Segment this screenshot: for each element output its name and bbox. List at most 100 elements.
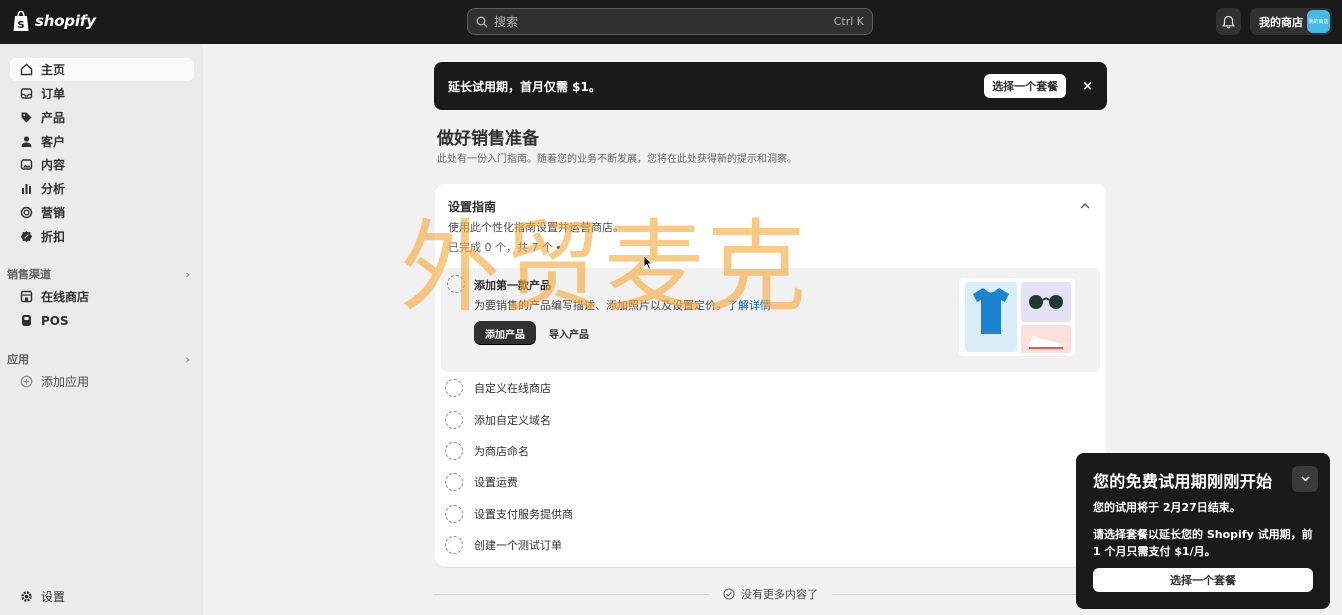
task-status-icon[interactable]: [445, 536, 463, 554]
image-icon: [19, 158, 33, 172]
close-icon[interactable]: ×: [1082, 79, 1093, 94]
page-subtitle: 此处有一份入门指南。随着您的业务不断发展，您将在此处获得新的提示和洞察。: [437, 154, 797, 165]
task-title: 添加第一款产品: [474, 279, 551, 292]
trial-end-date: 2月27日: [1162, 501, 1208, 514]
task-description: 为要销售的产品编写描述、添加照片以及设置定价。了解详情: [474, 297, 771, 313]
trial-end-prefix: 您的试用将于: [1093, 501, 1163, 514]
product-illustration-art: [965, 282, 1071, 353]
trial-end-text: 您的试用将于 2月27日结束。: [1093, 499, 1241, 515]
trial-banner: 延长试用期，首月仅需 $1。 选择一个套餐 ×: [434, 62, 1107, 110]
sidebar-item-label: 添加应用: [41, 375, 90, 389]
task-status-icon[interactable]: [445, 442, 463, 460]
sidebar-item-label: 分析: [41, 182, 66, 196]
sales-channels-heading[interactable]: 销售渠道 ›: [7, 266, 190, 282]
store-name: 我的商店: [1259, 15, 1303, 29]
sidebar-item-orders[interactable]: 订单: [10, 82, 194, 105]
guide-title: 设置指南: [448, 200, 497, 214]
apps-label: 应用: [7, 353, 29, 366]
sidebar-item-customers[interactable]: 客户: [10, 130, 194, 153]
task-status-icon[interactable]: [445, 379, 463, 397]
inbox-icon: [19, 87, 33, 101]
task-label: 设置运费: [474, 476, 518, 489]
page-title: 做好销售准备: [437, 129, 539, 149]
notifications-button[interactable]: [1216, 8, 1241, 35]
end-of-content: 没有更多内容了: [434, 586, 1107, 602]
target-icon: [19, 206, 33, 220]
trial-end-suffix: 结束。: [1207, 501, 1241, 514]
sidebar-item-label: 客户: [41, 135, 66, 149]
product-illustration: [959, 278, 1075, 356]
task-status-icon[interactable]: [447, 275, 465, 293]
task-add-domain[interactable]: 添加自定义域名: [445, 410, 551, 430]
task-label: 创建一个测试订单: [474, 539, 562, 552]
import-products-button[interactable]: 导入产品: [549, 321, 589, 345]
mouse-cursor-icon: [643, 255, 653, 270]
task-label: 为商店命名: [474, 445, 529, 458]
sidebar-item-products[interactable]: 产品: [10, 106, 194, 129]
sidebar-item-label: 设置: [41, 590, 66, 604]
pos-icon: [19, 314, 33, 328]
task-label: 设置支付服务提供商: [474, 508, 573, 521]
bar-chart-icon: [19, 182, 33, 196]
shopify-logo[interactable]: S shopify: [12, 10, 96, 32]
guide-progress: 已完成 0 个，共 7 个: [448, 239, 560, 255]
task-shipping[interactable]: 设置运费: [445, 472, 518, 492]
sidebar-item-add-app[interactable]: 添加应用: [10, 370, 194, 393]
popover-collapse-button[interactable]: [1292, 466, 1318, 492]
search-placeholder: 搜索: [494, 15, 519, 29]
chevron-right-icon: ›: [185, 267, 190, 281]
store-icon: [19, 290, 33, 304]
sidebar-item-discounts[interactable]: 折扣: [10, 225, 194, 248]
sidebar-item-content[interactable]: 内容: [10, 153, 194, 176]
store-menu-button[interactable]: 我的商店 我的商店: [1250, 8, 1332, 35]
sidebar-item-pos[interactable]: POS: [10, 309, 194, 332]
divider: [434, 593, 709, 595]
sidebar-item-settings[interactable]: 设置: [10, 585, 194, 608]
sidebar-item-label: 在线商店: [41, 290, 90, 304]
sidebar-item-home[interactable]: 主页: [10, 58, 194, 81]
sidebar-item-label: POS: [41, 313, 69, 328]
task-status-icon[interactable]: [445, 411, 463, 429]
trial-popover: 您的免费试用期刚刚开始 您的试用将于 2月27日结束。 请选择套餐以延长您的 S…: [1076, 453, 1330, 609]
sidebar-item-online-store[interactable]: 在线商店: [10, 285, 194, 308]
learn-more-link[interactable]: 了解详情: [727, 299, 771, 312]
end-message-text: 没有更多内容了: [741, 588, 818, 601]
task-name-store[interactable]: 为商店命名: [445, 441, 529, 461]
search-shortcut: Ctrl K: [833, 15, 864, 28]
sidebar-item-label: 产品: [41, 111, 66, 125]
task-payments[interactable]: 设置支付服务提供商: [445, 504, 573, 524]
popover-title: 您的免费试用期刚刚开始: [1093, 472, 1273, 491]
end-message: 没有更多内容了: [709, 586, 832, 602]
sidebar-item-analytics[interactable]: 分析: [10, 177, 194, 200]
task-status-icon[interactable]: [445, 473, 463, 491]
plus-circle-icon: [19, 375, 33, 389]
top-bar: S shopify 搜索 Ctrl K 我的商店 我的商店: [0, 0, 1342, 44]
avatar: 我的商店: [1307, 10, 1330, 33]
add-product-button[interactable]: 添加产品: [474, 321, 536, 345]
task-label: 自定义在线商店: [474, 382, 551, 395]
setup-guide-card: 设置指南 使用此个性化指南设置并运营商店。 已完成 0 个，共 7 个 添加第一…: [435, 184, 1106, 567]
sidebar-item-label: 折扣: [41, 230, 66, 244]
select-plan-button[interactable]: 选择一个套餐: [984, 74, 1067, 98]
gear-icon: [19, 590, 33, 604]
apps-heading[interactable]: 应用 ›: [7, 351, 190, 367]
search-input[interactable]: 搜索 Ctrl K: [467, 8, 873, 35]
task-status-icon[interactable]: [445, 505, 463, 523]
bell-icon: [1222, 15, 1235, 28]
sidebar-item-marketing[interactable]: 营销: [10, 201, 194, 224]
divider: [832, 593, 1107, 595]
sales-channels-label: 销售渠道: [7, 268, 51, 281]
task-description-text: 为要销售的产品编写描述、添加照片以及设置定价。: [474, 299, 727, 312]
task-test-order[interactable]: 创建一个测试订单: [445, 535, 562, 555]
task-customize-store[interactable]: 自定义在线商店: [445, 378, 551, 398]
sidebar-item-label: 主页: [41, 63, 66, 77]
chevron-right-icon: ›: [185, 352, 190, 366]
shopify-bag-icon: S: [13, 10, 29, 31]
popover-select-plan-button[interactable]: 选择一个套餐: [1093, 568, 1313, 592]
person-icon: [19, 135, 33, 149]
check-circle-icon: [723, 588, 735, 600]
home-icon: [19, 63, 33, 77]
task-add-first-product[interactable]: 添加第一款产品 为要销售的产品编写描述、添加照片以及设置定价。了解详情 添加产品…: [441, 268, 1100, 372]
sidebar-item-label: 营销: [41, 206, 66, 220]
collapse-button[interactable]: [1080, 199, 1090, 212]
